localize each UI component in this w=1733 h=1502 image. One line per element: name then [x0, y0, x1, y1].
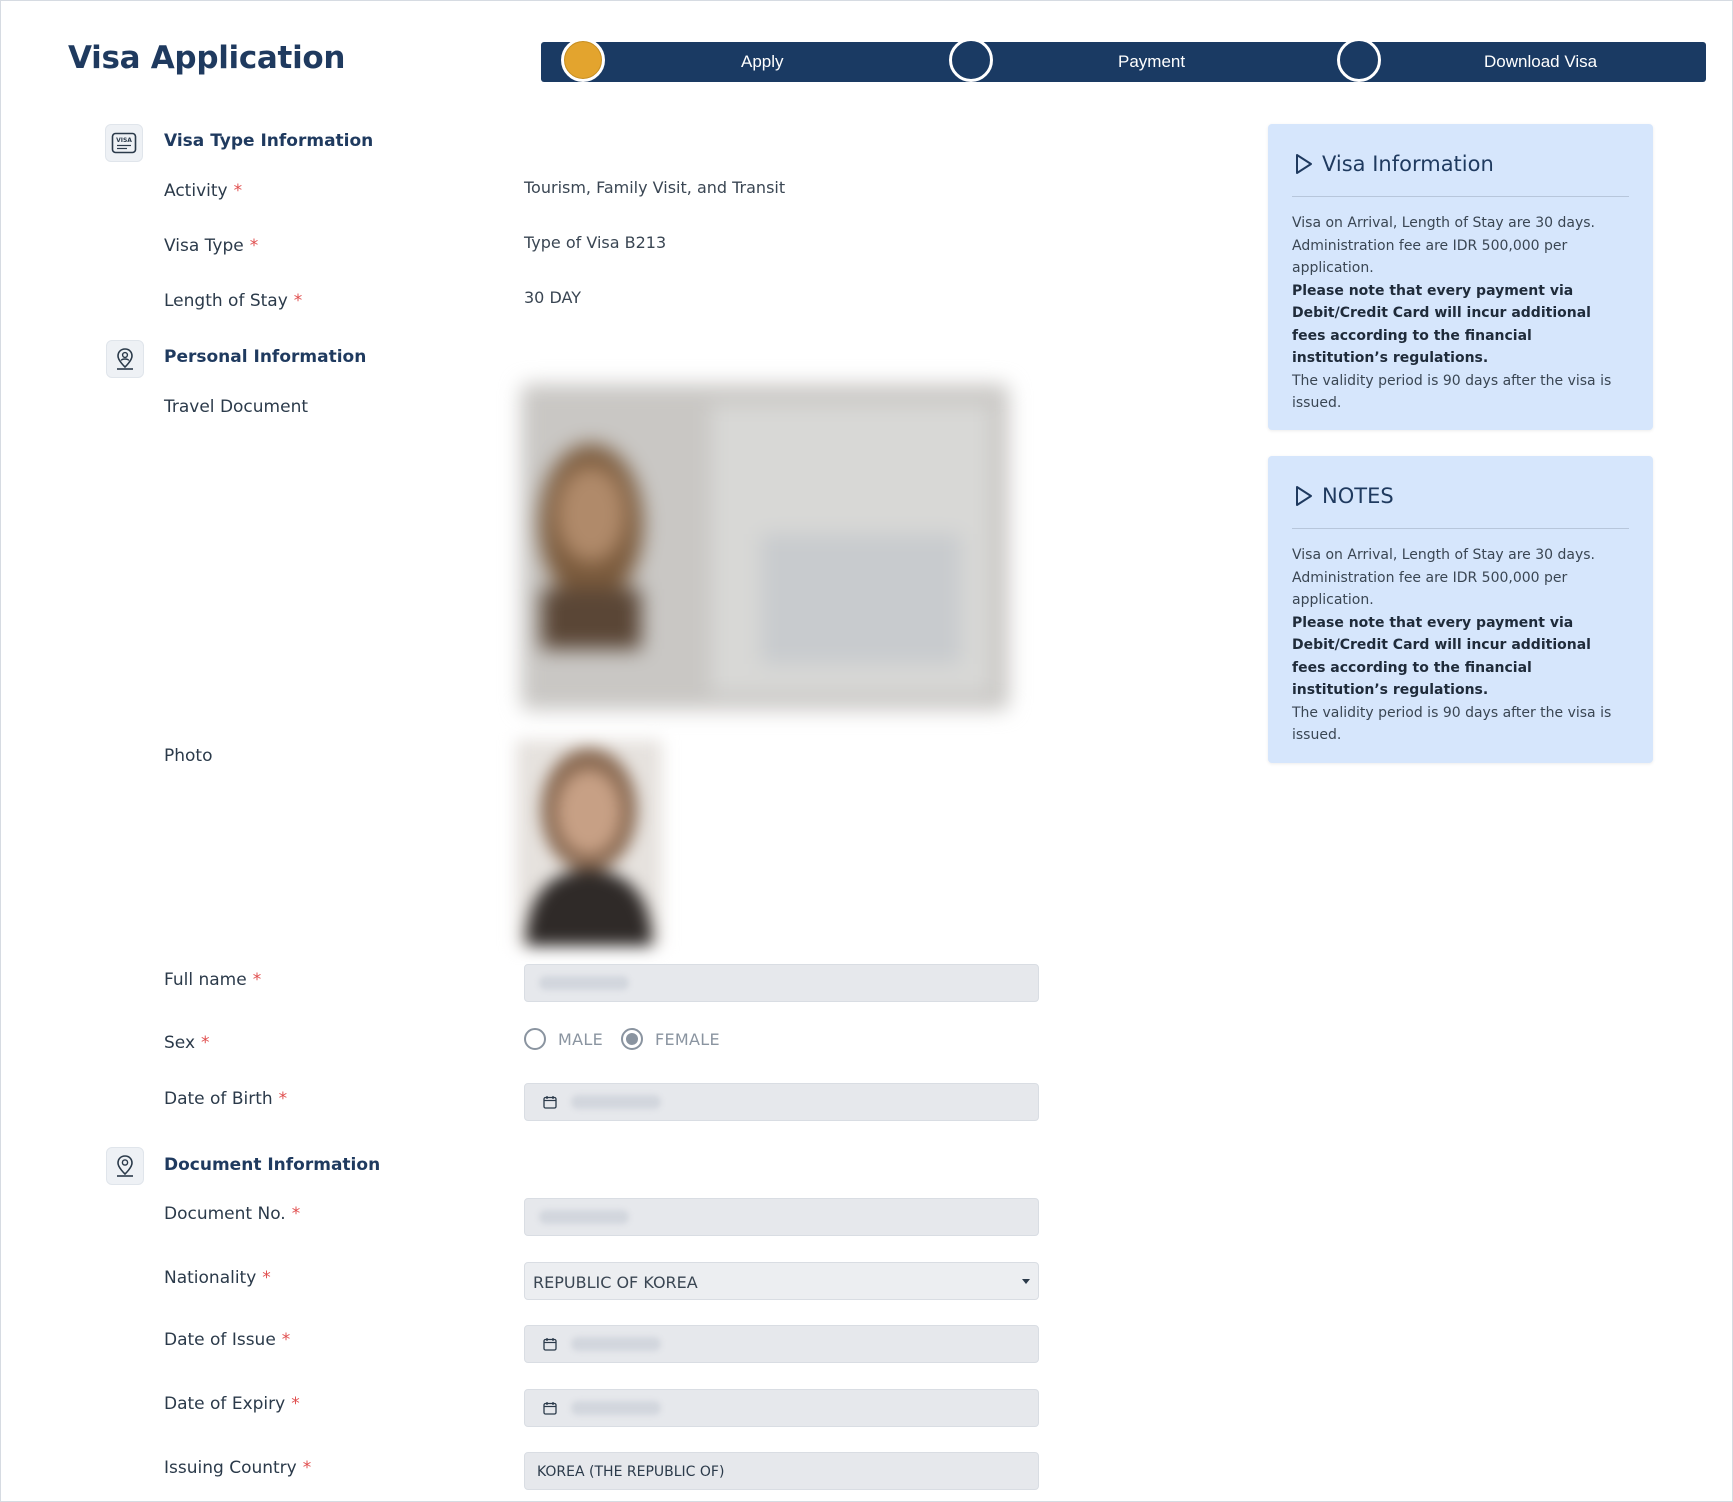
sex-option-female-label[interactable]: FEMALE — [655, 1030, 720, 1049]
section-title-visa-type: Visa Type Information — [164, 131, 374, 151]
document-no-value-redacted — [539, 1210, 629, 1224]
full-name-field[interactable] — [524, 964, 1039, 1002]
date-of-issue-value-redacted — [571, 1337, 661, 1351]
location-pin-icon — [106, 1147, 144, 1185]
step-apply-label: Apply — [741, 52, 784, 71]
person-location-icon — [106, 340, 144, 378]
visa-type-value: Type of Visa B213 — [524, 233, 667, 252]
full-name-value-redacted — [539, 976, 629, 990]
activity-value: Tourism, Family Visit, and Transit — [524, 178, 786, 197]
date-of-expiry-value-redacted — [571, 1401, 661, 1415]
section-title-personal: Personal Information — [164, 347, 367, 367]
step-download-indicator — [1337, 38, 1381, 82]
card-text: Visa on Arrival, Length of Stay are 30 d… — [1292, 215, 1595, 276]
date-of-birth-value-redacted — [571, 1095, 661, 1109]
notes-title: NOTES — [1322, 484, 1394, 508]
full-name-label: Full name * — [164, 970, 262, 990]
travel-document-label: Travel Document — [164, 397, 309, 417]
notes-body: Visa on Arrival, Length of Stay are 30 d… — [1292, 544, 1627, 747]
photo-label: Photo — [164, 746, 213, 766]
card-bold-note: Please note that every payment via Debit… — [1292, 614, 1591, 699]
step-payment-label: Payment — [1118, 52, 1186, 71]
issuing-country-value: KOREA (THE REPUBLIC OF) — [537, 1464, 725, 1480]
date-of-issue-field[interactable] — [524, 1325, 1039, 1363]
card-text: The validity period is 90 days after the… — [1292, 372, 1612, 412]
sex-radio-female[interactable] — [620, 1028, 643, 1050]
nationality-select[interactable]: REPUBLIC OF KOREA — [524, 1262, 1039, 1300]
visa-information-header[interactable]: Visa Information — [1294, 152, 1494, 176]
notes-header[interactable]: NOTES — [1294, 484, 1394, 508]
card-divider — [1292, 528, 1629, 529]
calendar-icon — [543, 1402, 557, 1415]
issuing-country-field[interactable]: KOREA (THE REPUBLIC OF) — [524, 1452, 1039, 1490]
card-divider — [1292, 196, 1629, 197]
date-of-birth-label: Date of Birth * — [164, 1089, 288, 1109]
document-no-field[interactable] — [524, 1198, 1039, 1236]
card-bold-note: Please note that every payment via Debit… — [1292, 282, 1591, 367]
calendar-icon — [543, 1338, 557, 1351]
card-text: Visa on Arrival, Length of Stay are 30 d… — [1292, 547, 1595, 608]
sex-radio-male[interactable] — [524, 1028, 546, 1050]
notes-card: NOTES Visa on Arrival, Length of Stay ar… — [1268, 456, 1653, 763]
sex-label: Sex * — [164, 1033, 210, 1053]
play-triangle-icon — [1296, 154, 1312, 174]
progress-stepper: Apply Payment Download Visa — [541, 38, 1706, 82]
applicant-photo — [516, 740, 662, 946]
svg-text:VISA: VISA — [116, 137, 132, 144]
section-title-document: Document Information — [164, 1155, 381, 1175]
sex-radio-group: MALE FEMALE — [524, 1026, 738, 1052]
date-of-birth-field[interactable] — [524, 1083, 1039, 1121]
date-of-expiry-field[interactable] — [524, 1389, 1039, 1427]
travel-document-image — [521, 384, 1009, 710]
document-no-label: Document No. * — [164, 1204, 301, 1224]
length-of-stay-value: 30 DAY — [524, 288, 581, 307]
play-triangle-icon — [1296, 486, 1312, 506]
chevron-down-icon — [1022, 1279, 1030, 1284]
card-text: The validity period is 90 days after the… — [1292, 704, 1612, 744]
visa-information-card: Visa Information Visa on Arrival, Length… — [1268, 124, 1653, 430]
nationality-label: Nationality * — [164, 1268, 271, 1288]
step-download-label: Download Visa — [1484, 52, 1598, 71]
length-of-stay-label: Length of Stay * — [164, 291, 303, 311]
calendar-icon — [543, 1096, 557, 1109]
visa-card-icon: VISA — [105, 124, 143, 162]
visa-information-body: Visa on Arrival, Length of Stay are 30 d… — [1292, 212, 1627, 415]
visa-information-title: Visa Information — [1322, 152, 1494, 176]
date-of-expiry-label: Date of Expiry * — [164, 1394, 300, 1414]
date-of-issue-label: Date of Issue * — [164, 1330, 291, 1350]
step-payment-indicator — [949, 38, 993, 82]
nationality-selected-value: REPUBLIC OF KOREA — [533, 1273, 698, 1292]
step-apply-indicator — [561, 38, 605, 82]
issuing-country-label: Issuing Country * — [164, 1458, 312, 1478]
visa-type-label: Visa Type * — [164, 236, 259, 256]
activity-label: Activity * — [164, 181, 243, 201]
page-title: Visa Application — [68, 40, 346, 76]
sex-option-male-label[interactable]: MALE — [558, 1030, 603, 1049]
